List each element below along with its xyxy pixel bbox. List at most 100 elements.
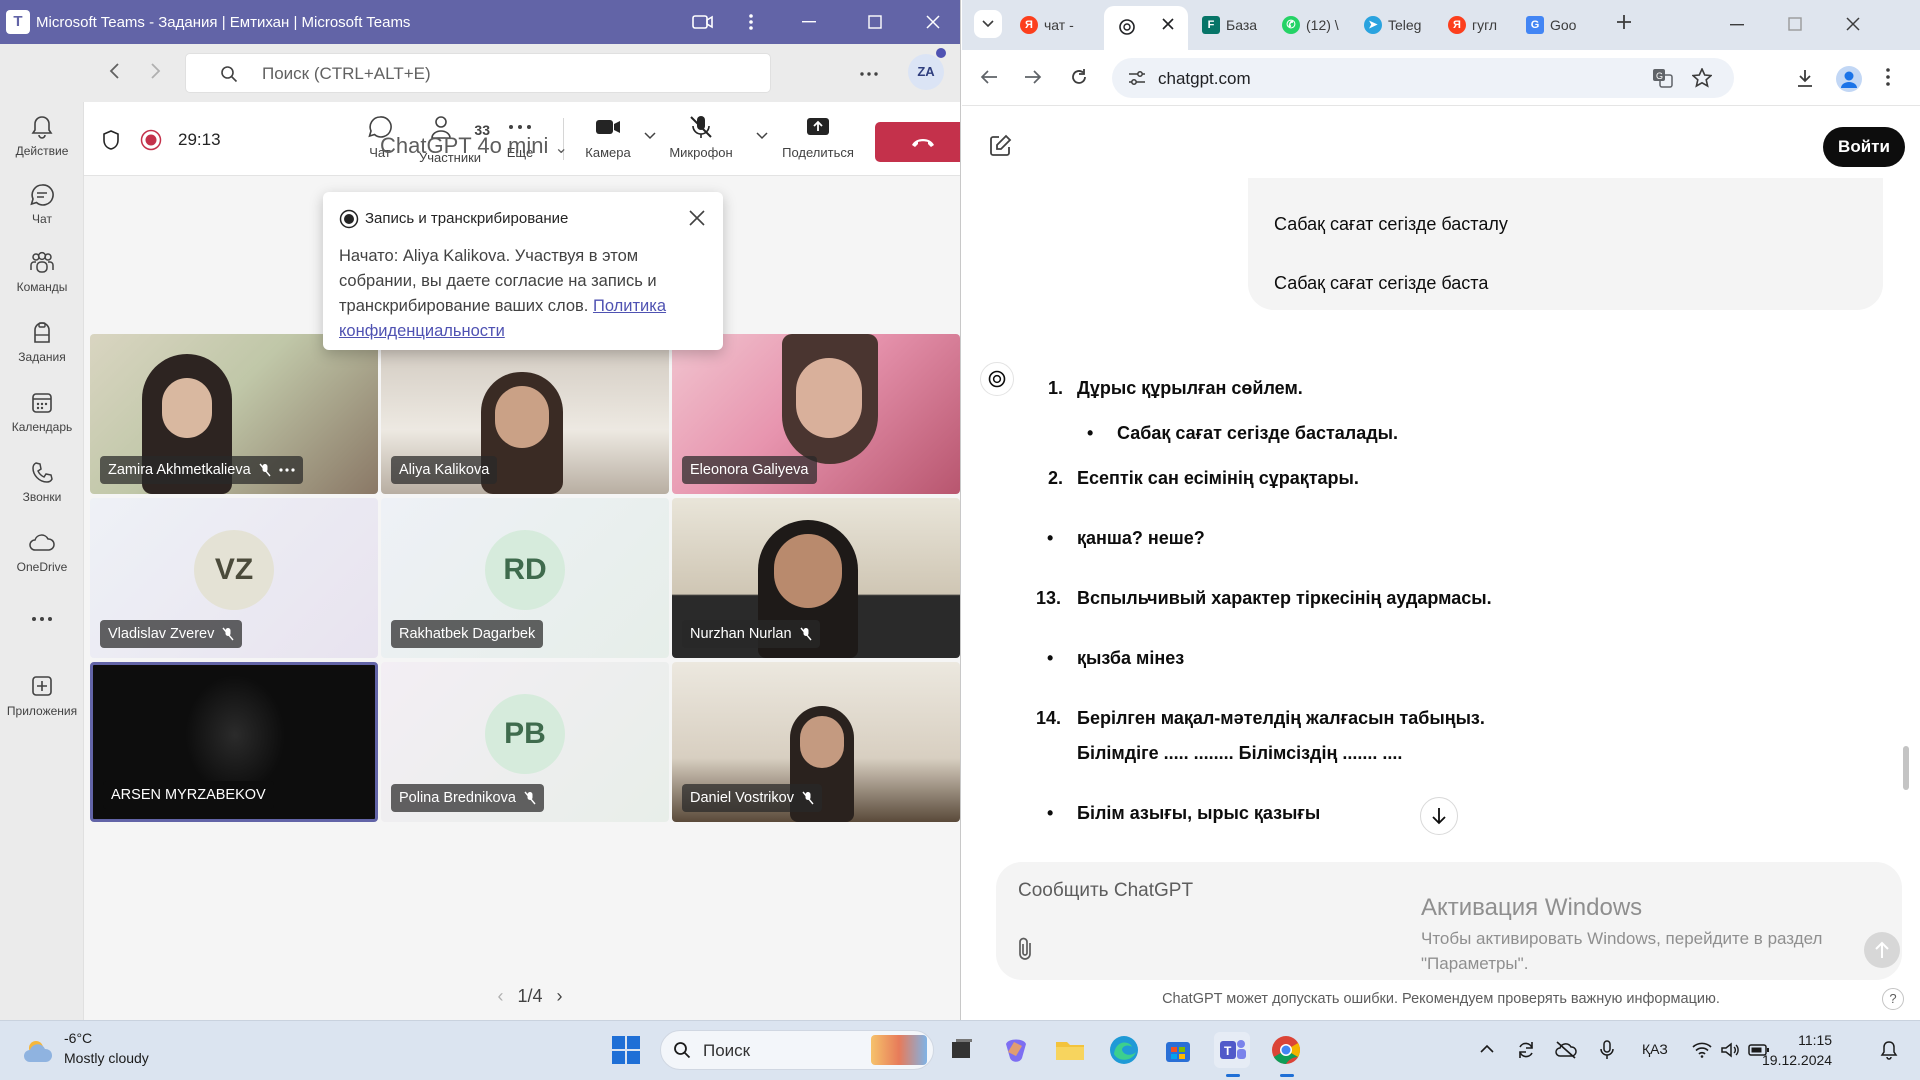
paperclip-icon[interactable] (1016, 936, 1036, 962)
scrollbar[interactable] (1902, 156, 1910, 956)
rail-item-assignments[interactable]: Задания (0, 320, 84, 386)
svg-text:T: T (1224, 1044, 1232, 1058)
tab-search-button[interactable] (974, 10, 1002, 38)
edge-icon[interactable] (1106, 1032, 1142, 1068)
tab-google[interactable]: G Goo (1526, 10, 1592, 40)
volume-icon[interactable] (1720, 1042, 1740, 1058)
profile-icon[interactable] (1836, 66, 1862, 92)
teams-taskbar-icon[interactable]: T (1214, 1032, 1250, 1068)
copilot-icon[interactable] (998, 1032, 1034, 1068)
participant-tile[interactable]: Daniel Vostrikov (672, 662, 960, 822)
chevron-down-icon: ⌄ (554, 140, 568, 157)
search-icon (673, 1041, 691, 1059)
tab-chatgpt-active[interactable] (1104, 6, 1188, 50)
shield-icon[interactable] (102, 130, 120, 150)
tab-forms[interactable]: F База (1202, 10, 1268, 40)
rail-item-calls[interactable]: Звонки (0, 460, 84, 526)
forward-arrow-icon[interactable] (1024, 69, 1042, 85)
back-arrow-icon[interactable] (980, 69, 998, 85)
rail-item-onedrive[interactable]: OneDrive (0, 530, 84, 596)
url-bar[interactable]: chatgpt.com G (1112, 58, 1734, 98)
maximize-button[interactable] (852, 0, 898, 44)
taskbar-search[interactable]: Поиск (660, 1030, 934, 1070)
sync-icon[interactable] (1516, 1040, 1536, 1060)
answer-item: Берілген мақал-мәтелдің жалғасын табыңыз… (1077, 708, 1485, 728)
wifi-icon[interactable] (1692, 1042, 1712, 1058)
leave-call-button[interactable] (875, 122, 960, 162)
participant-tile[interactable]: RD Rakhatbek Dagarbek (381, 498, 669, 658)
participant-tile[interactable]: Aliya Kalikova (381, 334, 669, 494)
tab-yandex-google[interactable]: Ягугл (1448, 10, 1518, 40)
mic-button-label: Микрофон (669, 145, 733, 160)
previous-page-icon[interactable]: ‹ (497, 986, 503, 1006)
participant-tile[interactable]: Eleonora Galiyeva (672, 334, 960, 494)
microsoft-store-icon[interactable] (1160, 1032, 1196, 1068)
maximize-button[interactable] (1788, 17, 1802, 31)
new-tab-icon[interactable] (1616, 14, 1632, 30)
close-button[interactable] (910, 0, 956, 44)
scroll-down-button[interactable] (1420, 797, 1458, 835)
close-tab-icon[interactable] (1162, 18, 1174, 30)
rail-more-button[interactable] (0, 616, 84, 646)
chevron-down-icon[interactable] (644, 132, 656, 140)
participant-tile[interactable]: PB Polina Brednikova (381, 662, 669, 822)
rail-item-activity[interactable]: Действие (0, 114, 84, 180)
download-icon[interactable] (1796, 68, 1814, 88)
rail-item-teams[interactable]: Команды (0, 250, 84, 316)
close-button[interactable] (1846, 17, 1860, 31)
teams-search-box[interactable]: Поиск (CTRL+ALT+E) (185, 53, 771, 93)
tab-telegram[interactable]: ➤ Teleg (1364, 10, 1440, 40)
avatar[interactable]: ZA (908, 48, 946, 90)
participant-tile[interactable]: Zamira Akhmetkalieva (90, 334, 378, 494)
help-icon[interactable]: ? (1882, 988, 1904, 1010)
next-page-icon[interactable]: › (557, 986, 563, 1006)
search-icon (220, 65, 238, 83)
input-language[interactable]: ҚАЗ (1642, 1041, 1668, 1057)
minimize-button[interactable] (1730, 24, 1744, 26)
chrome-icon[interactable] (1268, 1032, 1304, 1068)
more-options-icon[interactable] (728, 0, 774, 44)
forward-arrow-icon[interactable] (150, 62, 162, 80)
camera-button[interactable]: Камера (578, 114, 638, 160)
tab-yandex-chat[interactable]: Ячат - (1020, 10, 1096, 40)
scrollbar-thumb[interactable] (1903, 746, 1909, 790)
teams-title-bar: T Microsoft Teams - Задания | Емтихан | … (0, 0, 960, 44)
more-icon (32, 617, 52, 621)
tab-label: Teleg (1388, 17, 1422, 33)
translate-icon[interactable]: G (1652, 68, 1674, 88)
teams-logo-icon: T (6, 10, 30, 34)
rail-item-apps[interactable]: Приложения (0, 674, 84, 740)
microphone-icon[interactable] (1600, 1040, 1614, 1060)
microphone-button[interactable]: Микрофон (666, 114, 736, 160)
new-chat-icon[interactable] (988, 134, 1012, 158)
onedrive-offline-icon[interactable] (1554, 1040, 1578, 1060)
participant-tile[interactable]: Nurzhan Nurlan (672, 498, 960, 658)
notification-bell-icon[interactable] (1880, 1040, 1898, 1060)
model-selector[interactable]: ChatGPT 4o mini ⌄ (380, 133, 568, 159)
participant-tile-selected[interactable]: ARSEN MYRZABEKOV (90, 662, 378, 822)
task-view-icon[interactable] (944, 1032, 980, 1068)
rail-item-calendar[interactable]: Календарь (0, 390, 84, 456)
chevron-up-icon[interactable] (1480, 1044, 1494, 1054)
close-icon[interactable] (689, 210, 705, 226)
start-button[interactable] (610, 1034, 646, 1070)
tab-whatsapp[interactable]: ✆ (12) \ (1282, 10, 1352, 40)
minimize-button[interactable] (786, 0, 832, 44)
site-settings-icon[interactable] (1128, 70, 1146, 86)
rail-item-label: Действие (15, 144, 69, 158)
bookmark-star-icon[interactable] (1692, 68, 1712, 88)
more-icon[interactable] (279, 468, 295, 472)
chevron-down-icon[interactable] (756, 132, 768, 140)
video-popout-icon[interactable] (680, 0, 726, 44)
participant-tile[interactable]: VZ Vladislav Zverev (90, 498, 378, 658)
system-clock[interactable]: 11:15 19.12.2024 (1762, 1030, 1832, 1070)
share-button[interactable]: Поделиться (778, 114, 858, 160)
back-arrow-icon[interactable] (108, 62, 120, 80)
menu-icon[interactable] (1886, 68, 1890, 86)
reload-icon[interactable] (1070, 68, 1088, 86)
send-button[interactable] (1864, 932, 1900, 968)
more-icon[interactable] (860, 72, 878, 76)
file-explorer-icon[interactable] (1052, 1032, 1088, 1068)
rail-item-chat[interactable]: Чат (0, 182, 84, 248)
login-button[interactable]: Войти (1823, 127, 1905, 167)
